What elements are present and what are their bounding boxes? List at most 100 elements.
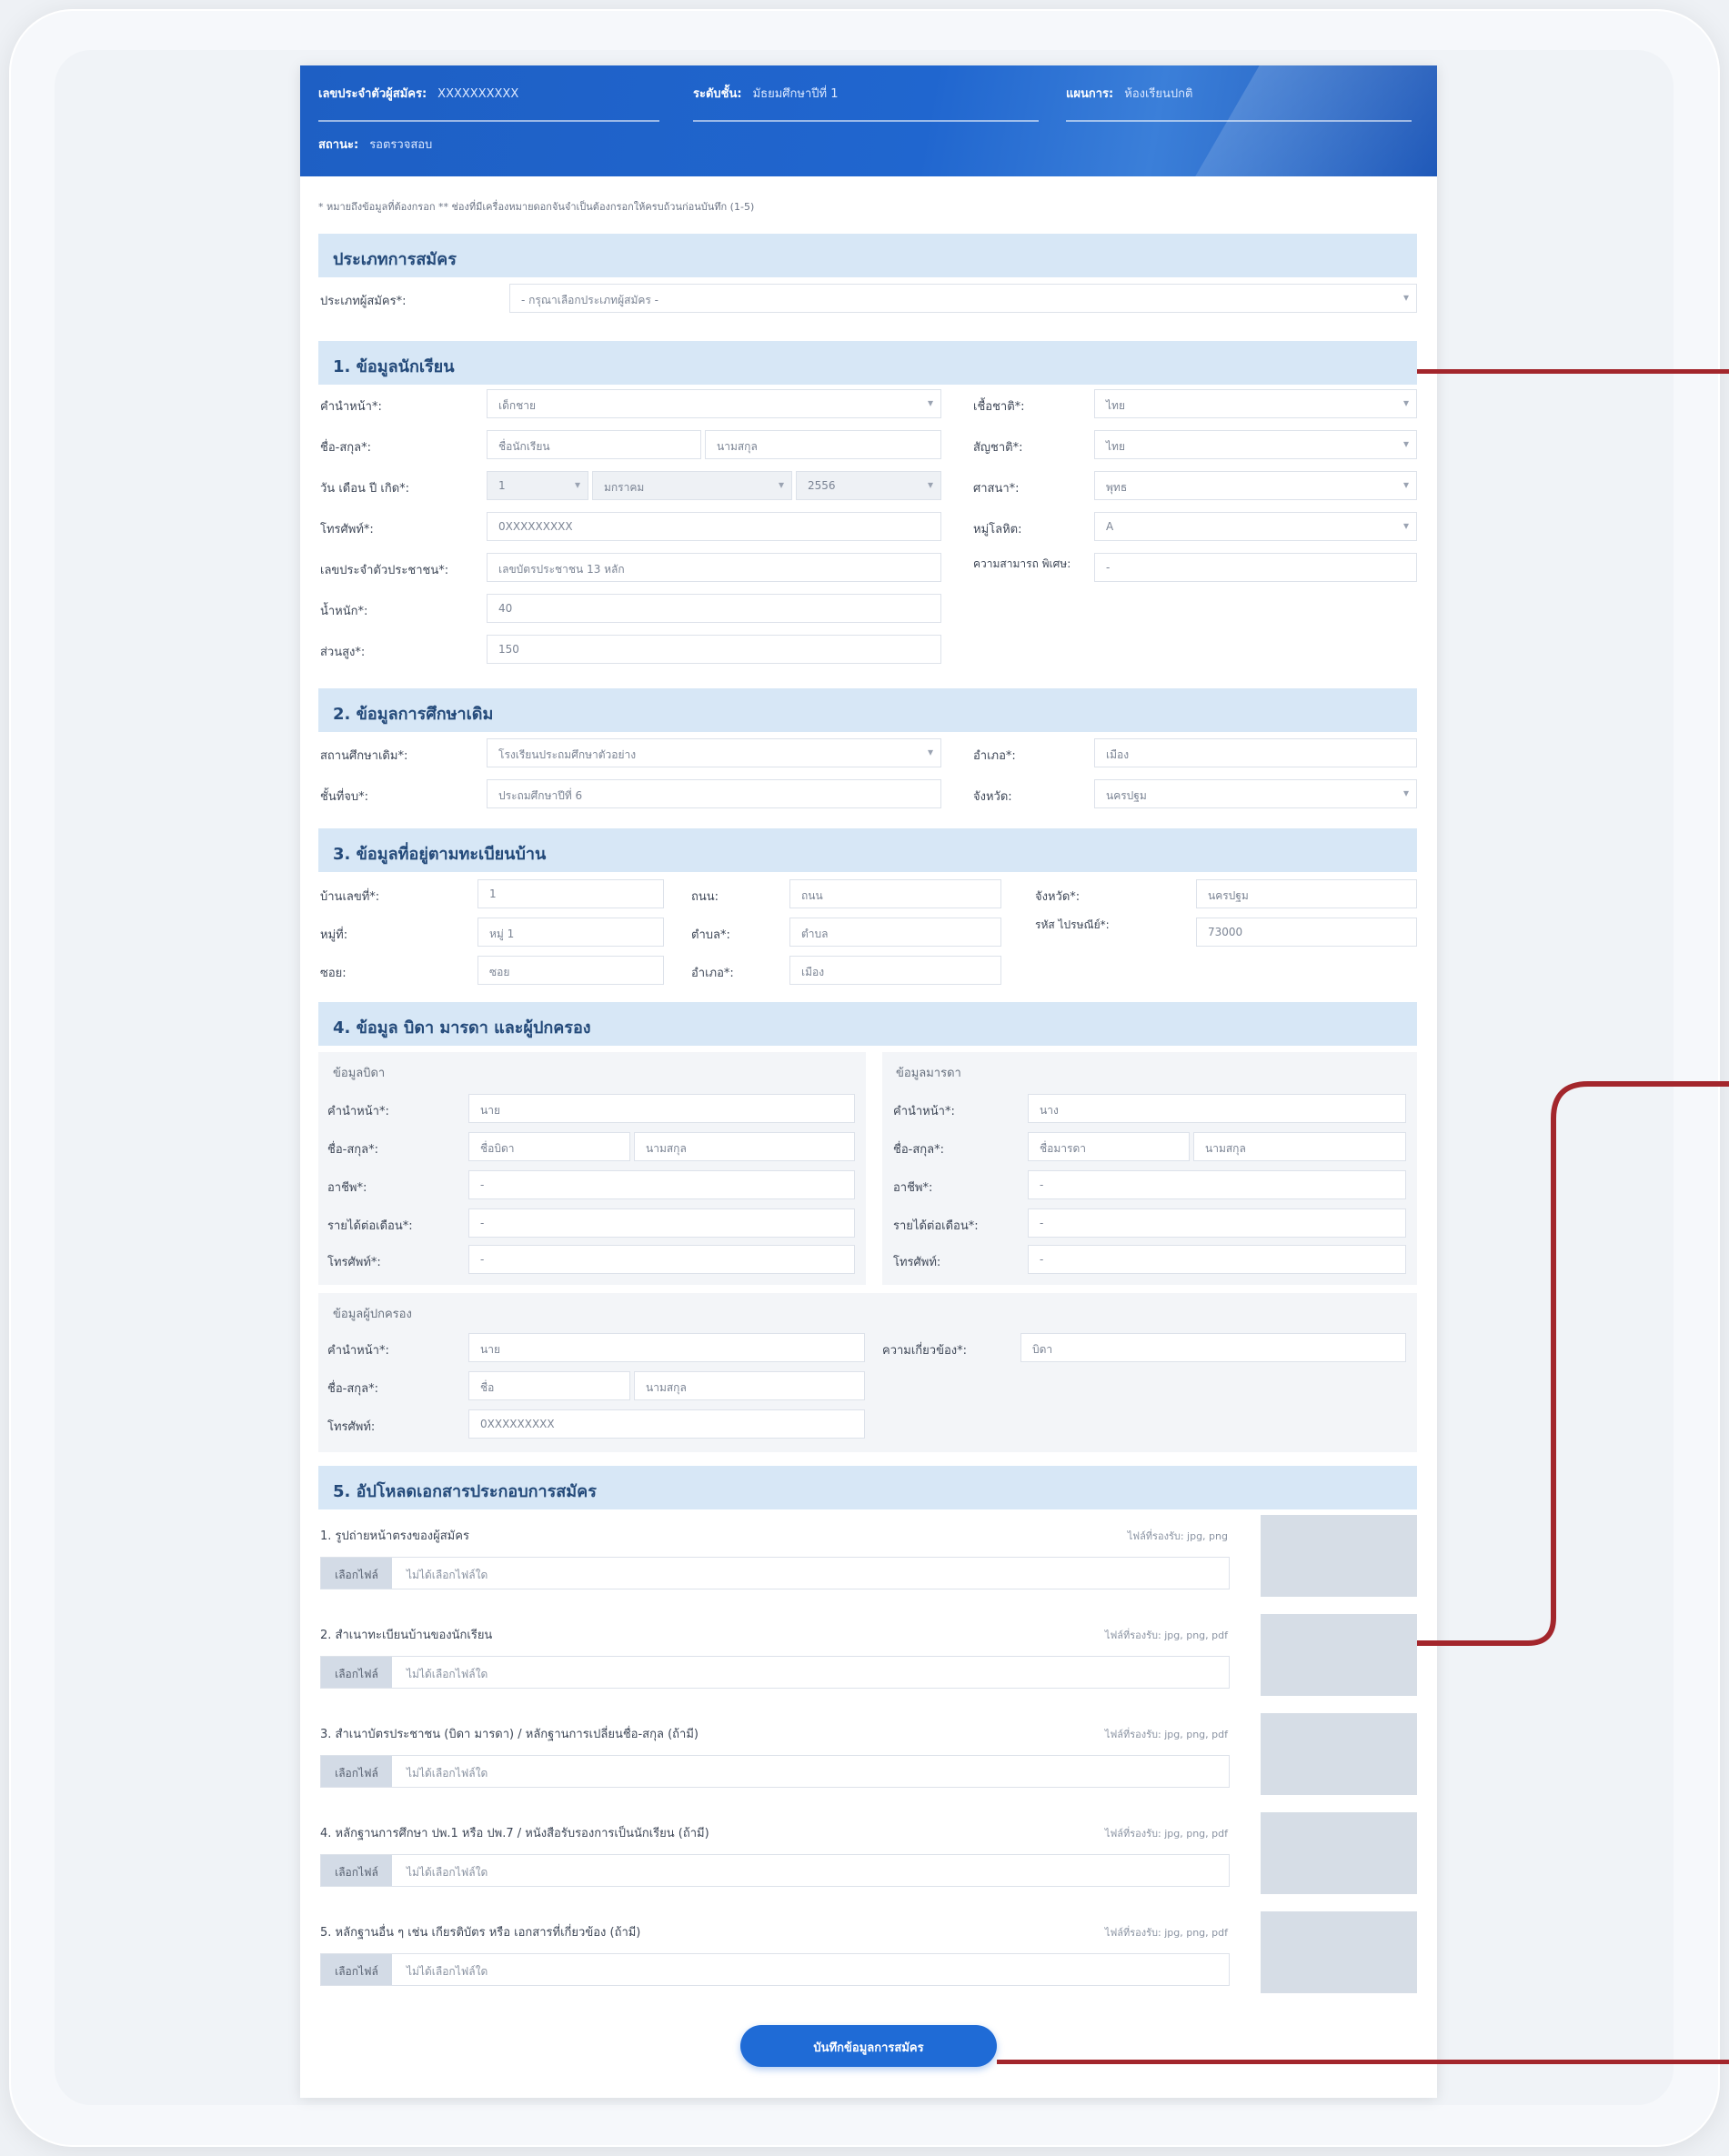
school-district-input[interactable]: เมือง [1094, 738, 1417, 767]
file-name: ไม่ได้เลือกไฟล์ใด [407, 1866, 488, 1879]
father-first-name-input[interactable]: ชื่อบิดา [468, 1132, 630, 1161]
header-underline [693, 120, 1039, 122]
field-label: โทรศัพท์*: [327, 1256, 381, 1269]
field-label: โทรศัพท์*: [320, 523, 374, 536]
school-province-select[interactable]: นครปฐม [1094, 779, 1417, 808]
father-title: ข้อมูลบิดา [333, 1067, 386, 1080]
house-number-input[interactable]: 1 [477, 879, 664, 908]
mother-occupation-input[interactable]: - [1028, 1170, 1406, 1199]
choose-file-button[interactable]: เลือกไฟล์ [321, 1756, 392, 1787]
blood-type-select[interactable]: A [1094, 512, 1417, 541]
first-name-input[interactable]: ชื่อนักเรียน [487, 430, 701, 459]
road-input[interactable]: ถนน [789, 879, 1001, 908]
upload-label: 4. หลักฐานการศึกษา ปพ.1 หรือ ปพ.7 / หนัง… [320, 1827, 709, 1840]
upload-label: 5. หลักฐานอื่น ๆ เช่น เกียรติบัตร หรือ เ… [320, 1926, 641, 1940]
file-input[interactable]: เลือกไฟล์ ไม่ได้เลือกไฟล์ใด [320, 1656, 1230, 1689]
mother-income-input[interactable]: - [1028, 1208, 1406, 1238]
postal-code-input[interactable]: 73000 [1196, 918, 1417, 947]
height-value: 150 [498, 643, 519, 656]
guardian-last-name-input[interactable]: นามสกุล [634, 1371, 865, 1400]
level-label: ระดับชั้น: [693, 87, 742, 101]
choose-file-button[interactable]: เลือกไฟล์ [321, 1558, 392, 1589]
father-occupation-input[interactable]: - [468, 1170, 855, 1199]
father-prefix-input[interactable]: นาย [468, 1094, 855, 1123]
guardian-first-name-value: ชื่อ [480, 1381, 495, 1394]
guardian-first-name-input[interactable]: ชื่อ [468, 1371, 630, 1400]
field-label: ความเกี่ยวข้อง*: [882, 1344, 968, 1358]
father-phone-input[interactable]: - [468, 1245, 855, 1274]
guardian-relation-input[interactable]: บิดา [1020, 1333, 1406, 1362]
applicant-type-select[interactable]: - กรุณาเลือกประเภทผู้สมัคร - [509, 284, 1417, 313]
graduated-grade-value: ประถมศึกษาปีที่ 6 [498, 789, 583, 802]
upload-preview-thumbnail [1261, 1812, 1417, 1894]
last-name-input[interactable]: นามสกุล [705, 430, 941, 459]
guardian-phone-input[interactable]: 0XXXXXXXXX [468, 1409, 865, 1439]
field-label: คำนำหน้า*: [327, 1344, 389, 1358]
upload-hint: ไฟล์ที่รองรับ: jpg, png, pdf [1104, 1828, 1228, 1840]
alley-input[interactable]: ซอย [477, 956, 664, 985]
subdistrict-input[interactable]: ตำบล [789, 918, 1001, 947]
birth-month-select[interactable]: มกราคม [592, 471, 792, 500]
citizen-id-input[interactable]: เลขบัตรประชาชน 13 หลัก [487, 553, 941, 582]
field-label: จังหวัด*: [1035, 890, 1081, 904]
mother-prefix-input[interactable]: นาง [1028, 1094, 1406, 1123]
special-ability-input[interactable]: - [1094, 553, 1417, 582]
weight-value: 40 [498, 602, 513, 615]
weight-input[interactable]: 40 [487, 594, 941, 623]
birth-day-value: 1 [498, 479, 506, 492]
previous-school-value: โรงเรียนประถมศึกษาตัวอย่าง [498, 748, 637, 761]
birth-day-select[interactable]: 1 [487, 471, 588, 500]
province-input[interactable]: นครปฐม [1196, 879, 1417, 908]
file-input[interactable]: เลือกไฟล์ ไม่ได้เลือกไฟล์ใด [320, 1953, 1230, 1986]
guardian-phone-value: 0XXXXXXXXX [480, 1418, 555, 1430]
field-label: ชื่อ-สกุล*: [320, 441, 371, 455]
file-input[interactable]: เลือกไฟล์ ไม่ได้เลือกไฟล์ใด [320, 1557, 1230, 1589]
school-province-value: นครปฐม [1106, 789, 1147, 802]
nationality-select[interactable]: ไทย [1094, 430, 1417, 459]
phone-input[interactable]: 0XXXXXXXXX [487, 512, 941, 541]
upload-preview-thumbnail [1261, 1911, 1417, 1993]
ethnicity-select[interactable]: ไทย [1094, 389, 1417, 418]
field-label: ศาสนา*: [973, 482, 1020, 496]
field-label: สถานศึกษาเดิม*: [320, 749, 408, 763]
height-input[interactable]: 150 [487, 635, 941, 664]
previous-school-select[interactable]: โรงเรียนประถมศึกษาตัวอย่าง [487, 738, 941, 767]
guardian-prefix-input[interactable]: นาย [468, 1333, 865, 1362]
applicant-type-label: ประเภทผู้สมัคร*: [320, 295, 407, 308]
graduated-grade-input[interactable]: ประถมศึกษาปีที่ 6 [487, 779, 941, 808]
choose-file-button[interactable]: เลือกไฟล์ [321, 1657, 392, 1688]
mother-last-name-input[interactable]: นามสกุล [1193, 1132, 1406, 1161]
field-label: หมู่ที่: [320, 928, 348, 942]
upload-label: 3. สำเนาบัตรประชาชน (บิดา มารดา) / หลักฐ… [320, 1728, 699, 1741]
field-label: อาชีพ*: [893, 1181, 933, 1195]
father-income-input[interactable]: - [468, 1208, 855, 1238]
choose-file-button[interactable]: เลือกไฟล์ [321, 1954, 392, 1985]
submit-button[interactable]: บันทึกข้อมูลการสมัคร [740, 2025, 997, 2067]
callout-line-student [1417, 369, 1729, 374]
field-label: ส่วนสูง*: [320, 646, 366, 659]
religion-select[interactable]: พุทธ [1094, 471, 1417, 500]
status-label: สถานะ: [318, 138, 359, 152]
birth-year-select[interactable]: 2556 [796, 471, 941, 500]
upload-hint: ไฟล์ที่รองรับ: jpg, png, pdf [1104, 1729, 1228, 1740]
level-value: มัธยมศึกษาปีที่ 1 [752, 87, 839, 101]
ethnicity-value: ไทย [1106, 399, 1125, 412]
upload-hint: ไฟล์ที่รองรับ: jpg, png, pdf [1104, 1630, 1228, 1641]
field-label: อาชีพ*: [327, 1181, 367, 1195]
last-name-value: นามสกุล [717, 440, 758, 453]
mother-first-name-input[interactable]: ชื่อมารดา [1028, 1132, 1190, 1161]
mother-phone-input[interactable]: - [1028, 1245, 1406, 1274]
callout-path [1417, 1081, 1729, 1646]
father-last-name-input[interactable]: นามสกุล [634, 1132, 855, 1161]
village-number-input[interactable]: หมู่ 1 [477, 918, 664, 947]
choose-file-button[interactable]: เลือกไฟล์ [321, 1855, 392, 1886]
field-label: รายได้ต่อเดือน*: [327, 1219, 413, 1233]
prefix-select[interactable]: เด็กชาย [487, 389, 941, 418]
district-input[interactable]: เมือง [789, 956, 1001, 985]
file-input[interactable]: เลือกไฟล์ ไม่ได้เลือกไฟล์ใด [320, 1755, 1230, 1788]
file-input[interactable]: เลือกไฟล์ ไม่ได้เลือกไฟล์ใด [320, 1854, 1230, 1887]
mother-prefix-value: นาง [1040, 1104, 1059, 1117]
mother-first-name-value: ชื่อมารดา [1040, 1142, 1086, 1155]
guardian-prefix-value: นาย [480, 1343, 500, 1356]
school-district-value: เมือง [1106, 748, 1130, 761]
